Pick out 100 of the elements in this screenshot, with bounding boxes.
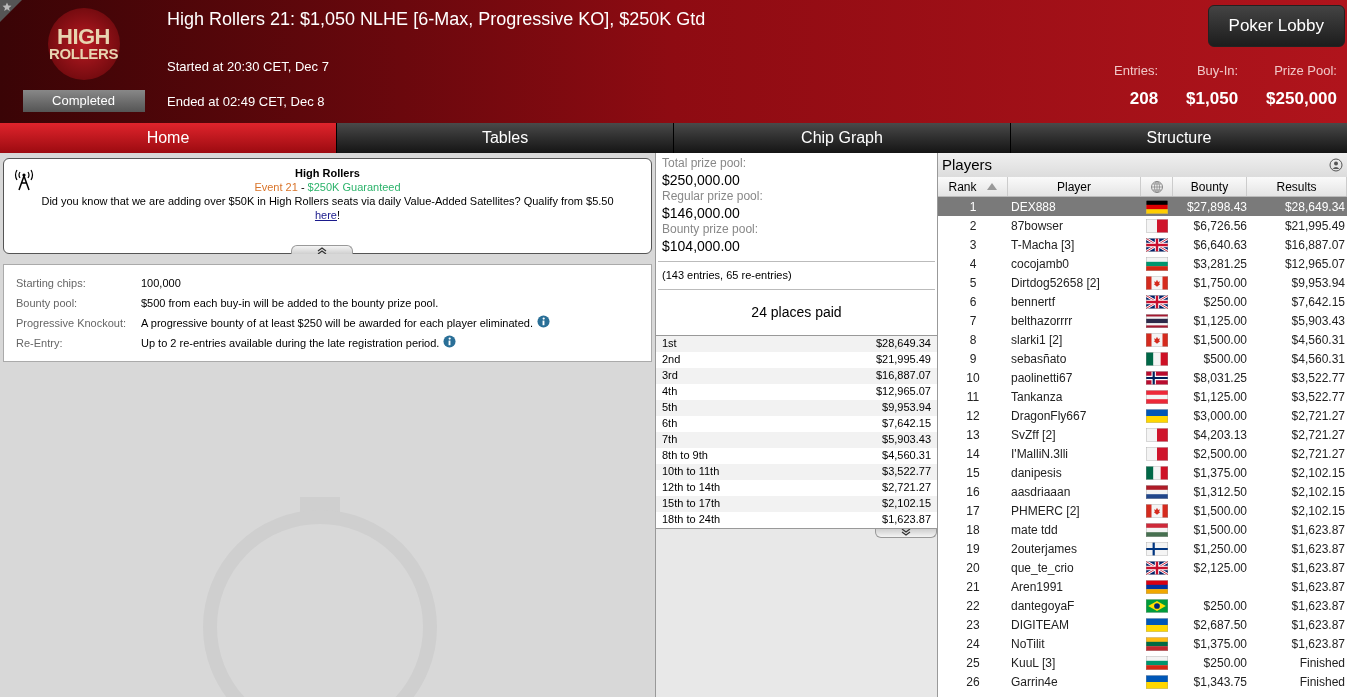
info-label: Bounty pool:: [16, 296, 79, 311]
result-cell-text: $2,102.15: [1291, 502, 1345, 520]
stat-label: Buy-In:: [1196, 62, 1239, 80]
payout-place: 18th to 24th: [662, 512, 721, 528]
bounty-cell-text: $1,500.00: [1193, 521, 1247, 539]
globe-icon: [1150, 180, 1163, 193]
payout-place: 8th to 9th: [662, 448, 708, 464]
bounty-cell-text: $2,125.00: [1193, 559, 1247, 577]
result-cell-text: $4,560.31: [1291, 350, 1345, 368]
player-name: que_te_crio: [1010, 559, 1075, 577]
player-name: KuuL [3]: [1010, 654, 1057, 672]
rank-cell-text: 22: [965, 597, 981, 615]
payout-place: 3rd: [662, 368, 678, 384]
rank-cell-text: 1: [968, 198, 978, 216]
payout-amount: $1,623.87: [882, 512, 931, 528]
rank-cell-text: 7: [968, 312, 978, 330]
result-cell-text: $1,623.87: [1291, 559, 1345, 577]
rank-cell-text: 17: [965, 502, 981, 520]
player-name: dantegoyaF: [1010, 597, 1076, 615]
result-cell-text: $2,721.27: [1291, 426, 1345, 444]
result-cell-text: $2,721.27: [1291, 445, 1345, 463]
result-cell-text: $16,887.07: [1284, 236, 1345, 254]
end-time: Ended at 02:49 CET, Dec 8: [167, 92, 326, 111]
poker-lobby-button[interactable]: Poker Lobby: [1207, 5, 1345, 47]
pool-label: Regular prize pool:: [662, 189, 764, 204]
collapse-button[interactable]: [291, 245, 353, 254]
player-name: aasdriaaan: [1010, 483, 1072, 501]
rank-cell-text: 15: [965, 464, 981, 482]
rank-cell-text: 25: [965, 654, 981, 672]
payout-amount: $2,721.27: [882, 480, 931, 496]
bounty-cell-text: $1,375.00: [1193, 464, 1247, 482]
player-name: NoTilit: [1010, 635, 1046, 653]
player-name: T-Macha [3]: [1010, 236, 1076, 254]
result-cell-text: $2,721.27: [1291, 407, 1345, 425]
stat-value: $1,050: [1186, 87, 1239, 110]
bounty-cell-text: $27,898.43: [1186, 198, 1247, 216]
pool-value: $146,000.00: [662, 204, 741, 222]
info-value: $500 from each buy-in will be added to the bounty prize pool.: [141, 296, 439, 311]
status-ribbon: Completed: [22, 90, 145, 112]
payout-amount: $4,560.31: [882, 448, 931, 464]
rank-cell-text: 8: [968, 331, 978, 349]
player-name: cocojamb0: [1010, 255, 1071, 273]
news-title: High Rollers: [295, 166, 360, 180]
bounty-cell-text: $4,203.13: [1193, 426, 1247, 444]
result-cell-text: $21,995.49: [1284, 217, 1345, 235]
info-icon[interactable]: [443, 335, 457, 348]
payout-place: 2nd: [662, 352, 681, 368]
places-paid: 24 places paid: [750, 302, 843, 322]
rank-cell-text: 18: [965, 521, 981, 539]
tab[interactable]: Structure: [1011, 123, 1347, 153]
rank-cell-text: 9: [968, 350, 978, 368]
player-name: Garrin4e: [1010, 673, 1059, 691]
column-header[interactable]: Rank: [938, 177, 1008, 196]
payout-place: 10th to 11th: [662, 464, 720, 480]
column-header[interactable]: Bounty: [1173, 177, 1247, 196]
players-title: Players: [942, 154, 993, 175]
sort-up-icon: [986, 183, 997, 190]
bounty-cell-text: $6,640.63: [1193, 236, 1247, 254]
player-name: Aren1991: [1010, 578, 1065, 596]
payout-amount: $5,903.43: [882, 432, 931, 448]
player-row[interactable]: 1 DEX888 $27,898.43 $28,649.34: [938, 197, 1347, 216]
player-name: sebasñato: [1010, 350, 1068, 368]
user-icon[interactable]: [1329, 158, 1343, 172]
rank-cell-text: 10: [965, 369, 981, 387]
result-cell-text: $5,903.43: [1291, 312, 1345, 330]
bounty-cell-text: $1,312.50: [1193, 483, 1247, 501]
bounty-cell-text: $1,375.00: [1193, 635, 1247, 653]
result-cell-text: $1,623.87: [1291, 616, 1345, 634]
bounty-cell-text: $1,750.00: [1193, 274, 1247, 292]
payout-amount: $3,522.77: [882, 464, 931, 480]
result-cell-text: Finished: [1299, 673, 1345, 691]
collapse-button[interactable]: [875, 528, 937, 538]
pool-value: $104,000.00: [662, 237, 741, 255]
start-time: Started at 20:30 CET, Dec 7: [167, 58, 330, 76]
result-cell-text: $4,560.31: [1291, 331, 1345, 349]
tab[interactable]: Tables: [337, 123, 673, 153]
tab[interactable]: Home: [0, 123, 336, 153]
event-label: Event 21: [254, 180, 298, 194]
tab[interactable]: Chip Graph: [674, 123, 1010, 153]
bounty-cell-text: $2,500.00: [1193, 445, 1247, 463]
here-link[interactable]: here: [314, 209, 337, 221]
column-header[interactable]: Results: [1247, 177, 1347, 196]
info-value: A progressive bounty of at least $250 will be awarded for each player eliminated.: [141, 316, 533, 331]
pool-label: Bounty prize pool:: [662, 222, 760, 237]
stat-value: $250,000: [1266, 87, 1337, 110]
bounty-cell-text: $250.00: [1203, 597, 1247, 615]
bounty-cell-text: $500.00: [1203, 350, 1247, 368]
bounty-cell-text: $1,500.00: [1193, 502, 1247, 520]
payout-amount: $2,102.15: [882, 496, 931, 512]
antenna-icon: [14, 169, 34, 191]
info-label: Starting chips:: [16, 276, 87, 291]
payout-amount: $12,965.07: [875, 384, 931, 400]
result-cell-text: $12,965.07: [1284, 255, 1345, 273]
rank-cell-text: 24: [965, 635, 981, 653]
result-cell-text: $2,102.15: [1291, 483, 1345, 501]
player-name: mate tdd: [1010, 521, 1059, 539]
rank-cell-text: 20: [965, 559, 981, 577]
player-name: Tankanza: [1010, 388, 1064, 406]
info-icon[interactable]: [536, 315, 550, 328]
column-header[interactable]: Player: [1008, 177, 1141, 196]
